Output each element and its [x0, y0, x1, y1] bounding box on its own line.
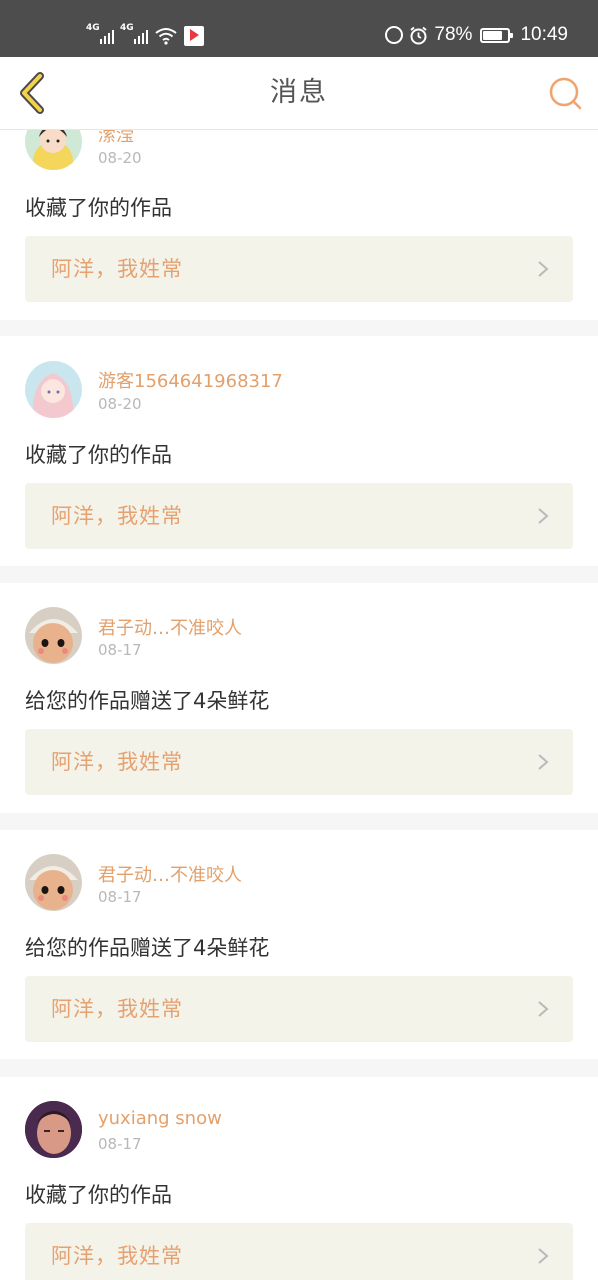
message-text: 收藏了你的作品 [25, 443, 172, 467]
message-card: 君子动…不准咬人 08-17 给您的作品赠送了4朵鲜花 阿洋，我姓常 [0, 830, 598, 1059]
navigation-bar: 消息 [0, 57, 598, 130]
chevron-right-icon [538, 261, 549, 277]
chevron-right-icon [538, 1001, 549, 1017]
message-date: 08-17 [98, 888, 142, 906]
work-title: 阿洋，我姓常 [51, 997, 183, 1021]
avatar[interactable] [25, 854, 82, 911]
network-type-label: 4G [120, 23, 134, 33]
battery-icon [480, 27, 514, 43]
message-date: 08-17 [98, 1135, 142, 1153]
message-date: 08-17 [98, 641, 142, 659]
chevron-right-icon [538, 754, 549, 770]
avatar[interactable] [25, 1101, 82, 1158]
app-notification-icon [184, 26, 204, 46]
avatar[interactable] [25, 361, 82, 418]
signal-icon: 4G [120, 24, 148, 46]
username[interactable]: 君子动…不准咬人 [98, 861, 242, 887]
work-title: 阿洋，我姓常 [51, 750, 183, 774]
avatar[interactable] [25, 607, 82, 664]
work-link[interactable]: 阿洋，我姓常 [25, 976, 573, 1042]
work-title: 阿洋，我姓常 [51, 504, 183, 528]
message-list[interactable]: 潆滢 08-20 收藏了你的作品 阿洋，我姓常 游客1564641968317 … [0, 0, 598, 1280]
nfc-icon [385, 26, 404, 44]
message-date: 08-20 [98, 149, 142, 167]
username[interactable]: yuxiang snow [98, 1108, 222, 1129]
search-icon[interactable] [546, 74, 584, 112]
work-link[interactable]: 阿洋，我姓常 [25, 1223, 573, 1280]
status-right: 78% 10:49 [385, 22, 568, 48]
clock: 10:49 [520, 24, 568, 45]
alarm-icon [410, 26, 428, 44]
chevron-right-icon [538, 1248, 549, 1264]
network-type-label: 4G [86, 23, 100, 33]
message-card: 君子动…不准咬人 08-17 给您的作品赠送了4朵鲜花 阿洋，我姓常 [0, 583, 598, 813]
message-text: 给您的作品赠送了4朵鲜花 [25, 936, 270, 960]
status-bar: 4G 4G 78% 10:49 [0, 0, 598, 57]
signal-icon: 4G [86, 24, 114, 46]
message-card: yuxiang snow 08-17 收藏了你的作品 阿洋，我姓常 [0, 1077, 598, 1280]
work-title: 阿洋，我姓常 [51, 1244, 183, 1268]
message-text: 给您的作品赠送了4朵鲜花 [25, 689, 270, 713]
work-title: 阿洋，我姓常 [51, 257, 183, 281]
work-link[interactable]: 阿洋，我姓常 [25, 236, 573, 302]
username[interactable]: 游客1564641968317 [98, 367, 283, 393]
work-link[interactable]: 阿洋，我姓常 [25, 483, 573, 549]
battery-percent: 78% [434, 24, 473, 45]
username[interactable]: 君子动…不准咬人 [98, 614, 242, 640]
wifi-icon [155, 28, 177, 45]
message-date: 08-20 [98, 395, 142, 413]
chevron-right-icon [538, 508, 549, 524]
status-left: 4G 4G [86, 20, 204, 46]
message-text: 收藏了你的作品 [25, 1183, 172, 1207]
page-title: 消息 [270, 77, 328, 108]
work-link[interactable]: 阿洋，我姓常 [25, 729, 573, 795]
message-text: 收藏了你的作品 [25, 196, 172, 220]
message-card: 游客1564641968317 08-20 收藏了你的作品 阿洋，我姓常 [0, 336, 598, 566]
